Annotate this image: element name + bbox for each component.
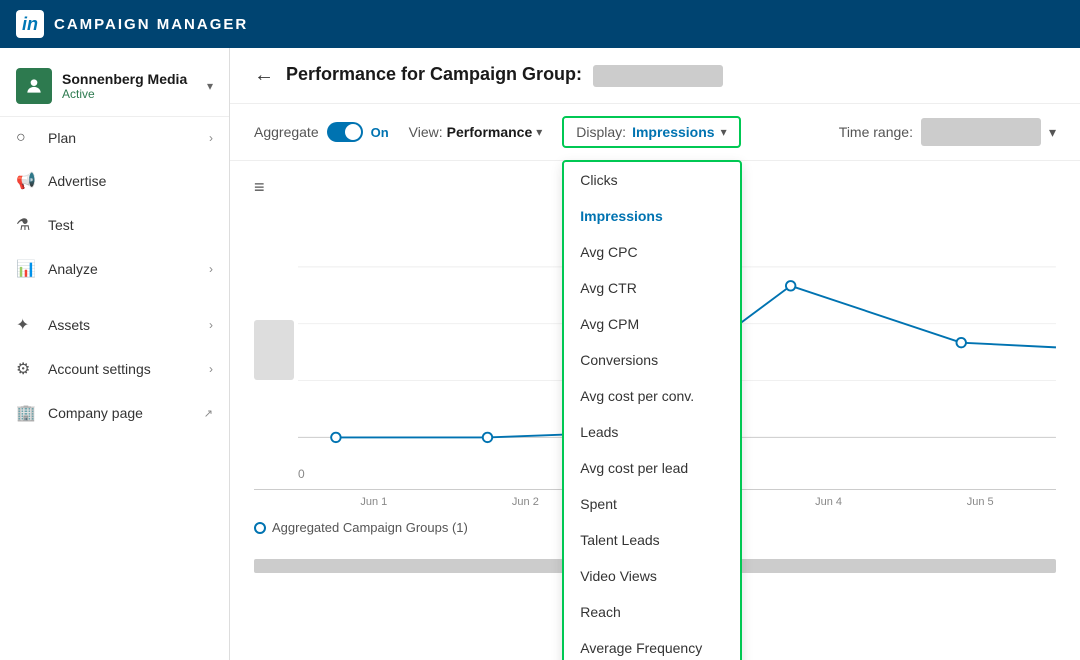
dropdown-item-average-frequency[interactable]: Average Frequency	[564, 630, 740, 660]
time-range-select[interactable]	[921, 118, 1041, 146]
time-range-chevron-icon: ▾	[1049, 124, 1056, 141]
dropdown-item-avg-ctr[interactable]: Avg CTR	[564, 270, 740, 306]
x-label-jun4: Jun 4	[815, 496, 842, 508]
dropdown-item-talent-leads[interactable]: Talent Leads	[564, 522, 740, 558]
chart-zero-label: 0	[298, 467, 305, 481]
view-value: Performance	[447, 124, 533, 140]
analyze-chevron-icon: ›	[209, 262, 213, 276]
dropdown-item-avg-cpm[interactable]: Avg CPM	[564, 306, 740, 342]
account-info: Sonnenberg Media Active	[62, 71, 207, 101]
toolbar: Aggregate On View: Performance ▾ Display…	[230, 104, 1080, 161]
analyze-icon: 📊	[16, 259, 38, 279]
sidebar-item-analyze[interactable]: 📊 Analyze ›	[0, 247, 229, 291]
dropdown-item-clicks[interactable]: Clicks	[564, 162, 740, 198]
sidebar-item-analyze-label: Analyze	[48, 261, 209, 277]
linkedin-logo-text: in	[22, 14, 38, 35]
legend-dot-icon	[254, 522, 266, 534]
x-label-jun5: Jun 5	[967, 496, 994, 508]
sidebar-item-advertise[interactable]: 📢 Advertise	[0, 159, 229, 203]
sidebar-item-assets-label: Assets	[48, 317, 209, 333]
linkedin-logo: in	[16, 10, 44, 38]
account-settings-chevron-icon: ›	[209, 362, 213, 376]
aggregate-control: Aggregate On	[254, 122, 389, 142]
top-navbar: in CAMPAIGN MANAGER	[0, 0, 1080, 48]
display-dropdown-container: Display: Impressions ▾ Clicks Impression…	[562, 116, 740, 148]
test-icon: ⚗	[16, 215, 38, 235]
back-button[interactable]: ←	[254, 64, 274, 87]
plan-chevron-icon: ›	[209, 131, 213, 145]
dropdown-item-leads[interactable]: Leads	[564, 414, 740, 450]
gear-icon: ⚙	[16, 359, 38, 379]
x-label-jun1: Jun 1	[360, 496, 387, 508]
company-page-external-icon: ↗	[204, 407, 213, 420]
sidebar: Sonnenberg Media Active ▾ ○ Plan › 📢 Adv…	[0, 48, 230, 660]
legend-label: Aggregated Campaign Groups (1)	[272, 520, 468, 535]
sidebar-item-assets[interactable]: ✦ Assets ›	[0, 303, 229, 347]
dropdown-item-video-views[interactable]: Video Views	[564, 558, 740, 594]
account-chevron-icon: ▾	[207, 79, 213, 93]
sidebar-item-company-page[interactable]: 🏢 Company page ↗	[0, 391, 229, 435]
display-dropdown-menu: Clicks Impressions Avg CPC Avg CTR Avg C…	[562, 160, 742, 660]
dropdown-item-impressions[interactable]: Impressions	[564, 198, 740, 234]
dropdown-item-avg-cost-conv[interactable]: Avg cost per conv.	[564, 378, 740, 414]
account-avatar	[16, 68, 52, 104]
aggregate-toggle[interactable]	[327, 122, 363, 142]
sidebar-item-test[interactable]: ⚗ Test	[0, 203, 229, 247]
dropdown-item-reach[interactable]: Reach	[564, 594, 740, 630]
main-layout: Sonnenberg Media Active ▾ ○ Plan › 📢 Adv…	[0, 48, 1080, 660]
sidebar-item-plan-label: Plan	[48, 130, 209, 146]
view-label: View:	[409, 124, 443, 140]
time-range-label: Time range:	[839, 124, 913, 140]
dropdown-item-conversions[interactable]: Conversions	[564, 342, 740, 378]
account-status: Active	[62, 87, 207, 101]
content-area: ← Performance for Campaign Group: Aggreg…	[230, 48, 1080, 660]
chart-y-axis-placeholder	[254, 320, 294, 380]
sidebar-item-account-settings-label: Account settings	[48, 361, 209, 377]
app-title: CAMPAIGN MANAGER	[54, 16, 248, 33]
advertise-icon: 📢	[16, 171, 38, 191]
campaign-group-name-placeholder	[593, 65, 723, 87]
sidebar-item-advertise-label: Advertise	[48, 173, 213, 189]
plan-icon: ○	[16, 129, 38, 147]
aggregate-label: Aggregate	[254, 124, 319, 140]
page-header: ← Performance for Campaign Group:	[230, 48, 1080, 104]
assets-icon: ✦	[16, 315, 38, 335]
x-label-jun2: Jun 2	[512, 496, 539, 508]
page-title: Performance for Campaign Group:	[286, 64, 723, 86]
view-dropdown-arrow-icon: ▾	[536, 125, 542, 139]
display-dropdown-button[interactable]: Display: Impressions ▾	[562, 116, 740, 148]
display-dropdown-arrow-icon: ▾	[721, 125, 727, 139]
aggregate-value: On	[371, 125, 389, 140]
dropdown-item-avg-cpc[interactable]: Avg CPC	[564, 234, 740, 270]
assets-chevron-icon: ›	[209, 318, 213, 332]
account-selector[interactable]: Sonnenberg Media Active ▾	[0, 56, 229, 117]
sidebar-item-account-settings[interactable]: ⚙ Account settings ›	[0, 347, 229, 391]
page-title-text: Performance for Campaign Group:	[286, 64, 582, 84]
dropdown-item-avg-cost-lead[interactable]: Avg cost per lead	[564, 450, 740, 486]
view-select[interactable]: View: Performance ▾	[409, 124, 543, 140]
sidebar-item-test-label: Test	[48, 217, 213, 233]
dropdown-item-spent[interactable]: Spent	[564, 486, 740, 522]
sidebar-item-company-page-label: Company page	[48, 405, 204, 421]
sidebar-item-plan[interactable]: ○ Plan ›	[0, 117, 229, 159]
account-name: Sonnenberg Media	[62, 71, 207, 87]
display-value: Impressions	[632, 124, 714, 140]
time-range-control: Time range: ▾	[839, 118, 1056, 146]
display-label: Display:	[576, 124, 626, 140]
external-link-icon: 🏢	[16, 403, 38, 423]
